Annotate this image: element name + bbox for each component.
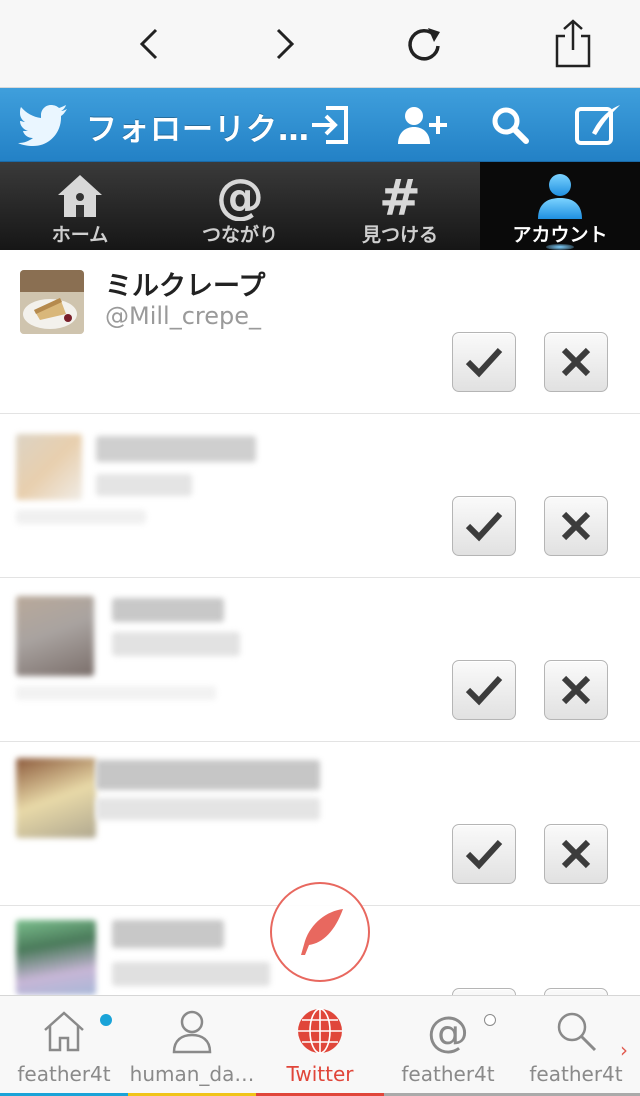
svg-text:@: @ (427, 1008, 469, 1054)
blurred-name (112, 920, 224, 948)
avatar[interactable] (20, 270, 84, 334)
close-icon (561, 839, 591, 869)
reject-button[interactable] (544, 824, 608, 884)
twitter-bird-icon (18, 104, 68, 150)
approve-button[interactable] (452, 332, 516, 392)
check-icon (465, 347, 503, 378)
chevron-right-icon[interactable] (254, 14, 314, 74)
blurred-avatar (16, 758, 96, 838)
account-label: feather4t (529, 1062, 623, 1086)
share-icon[interactable] (543, 14, 603, 74)
hash-icon: # (320, 170, 480, 222)
account-label: human_da… (129, 1062, 255, 1086)
person-icon (128, 1006, 256, 1056)
user-name[interactable]: ミルクレープ (105, 264, 265, 303)
reject-button[interactable] (544, 988, 608, 995)
approve-button[interactable] (452, 496, 516, 556)
search-icon[interactable] (484, 100, 536, 150)
app-header: フォローリク… (0, 88, 640, 162)
tab-label: つながり (201, 224, 278, 246)
account-feather4t-home[interactable]: feather4t (0, 996, 128, 1096)
blurred-text (16, 510, 146, 524)
account-human-da[interactable]: human_da… (128, 996, 256, 1096)
blurred-name (112, 598, 224, 622)
tab-label: アカウント (512, 224, 608, 246)
list-item: ミルクレープ @Mill_crepe_ (0, 250, 640, 414)
svg-text:@: @ (216, 171, 264, 221)
blurred-avatar (16, 920, 96, 995)
account-feather4t-mentions[interactable]: @ feather4t (384, 996, 512, 1096)
tab-discover[interactable]: # 見つける (320, 162, 480, 250)
approve-button[interactable] (452, 988, 516, 995)
tab-connect[interactable]: @ つながり (160, 162, 320, 250)
account-switcher-bar: feather4t human_da… Twitter @ feather4t (0, 995, 640, 1096)
user-handle: @Mill_crepe_ (105, 302, 262, 330)
blurred-name (96, 760, 320, 790)
home-icon (0, 170, 160, 222)
at-icon: @ (160, 170, 320, 222)
tab-account[interactable]: アカウント (480, 162, 640, 250)
check-icon (465, 675, 503, 706)
globe-icon (256, 1006, 384, 1056)
home-icon (0, 1006, 128, 1056)
blurred-text (16, 686, 216, 700)
blurred-handle (96, 474, 192, 496)
unread-dot (484, 1014, 496, 1026)
list-item (0, 578, 640, 742)
svg-text:#: # (379, 171, 421, 221)
compose-tweet-button[interactable] (270, 882, 370, 982)
approve-button[interactable] (452, 824, 516, 884)
sign-in-icon[interactable] (304, 100, 356, 150)
person-icon (480, 170, 640, 222)
reject-button[interactable] (544, 660, 608, 720)
check-icon (465, 511, 503, 542)
tab-bar: ホーム @ つながり # 見つける アカウント (0, 162, 640, 250)
reject-button[interactable] (544, 496, 608, 556)
account-label: feather4t (401, 1062, 495, 1086)
blurred-handle (112, 962, 270, 986)
chevron-right-icon[interactable]: › (620, 1038, 628, 1062)
at-icon: @ (384, 1006, 512, 1056)
blurred-handle (96, 798, 320, 820)
feather-icon (301, 909, 343, 955)
account-twitter[interactable]: Twitter (256, 996, 384, 1096)
tab-label: ホーム (51, 224, 109, 246)
compose-icon[interactable] (572, 100, 624, 150)
close-icon (561, 347, 591, 377)
reject-button[interactable] (544, 332, 608, 392)
browser-toolbar (0, 0, 640, 88)
close-icon (561, 675, 591, 705)
tab-home[interactable]: ホーム (0, 162, 160, 250)
blurred-avatar (16, 596, 94, 676)
close-icon (561, 511, 591, 541)
blurred-avatar (16, 434, 82, 500)
account-label: Twitter (286, 1062, 354, 1086)
chevron-left-icon[interactable] (120, 14, 180, 74)
screen: フォローリク… ホーム @ つながり # 見つける アカウント ミルクレープ @… (0, 0, 640, 1096)
reload-icon[interactable] (394, 14, 454, 74)
unread-dot (100, 1014, 112, 1026)
blurred-name (96, 436, 256, 462)
account-label: feather4t (17, 1062, 111, 1086)
list-item (0, 414, 640, 578)
tab-label: 見つける (361, 224, 438, 246)
blurred-handle (112, 632, 240, 656)
add-user-icon[interactable] (396, 100, 448, 150)
page-title: フォローリク… (86, 112, 310, 148)
check-icon (465, 839, 503, 870)
approve-button[interactable] (452, 660, 516, 720)
